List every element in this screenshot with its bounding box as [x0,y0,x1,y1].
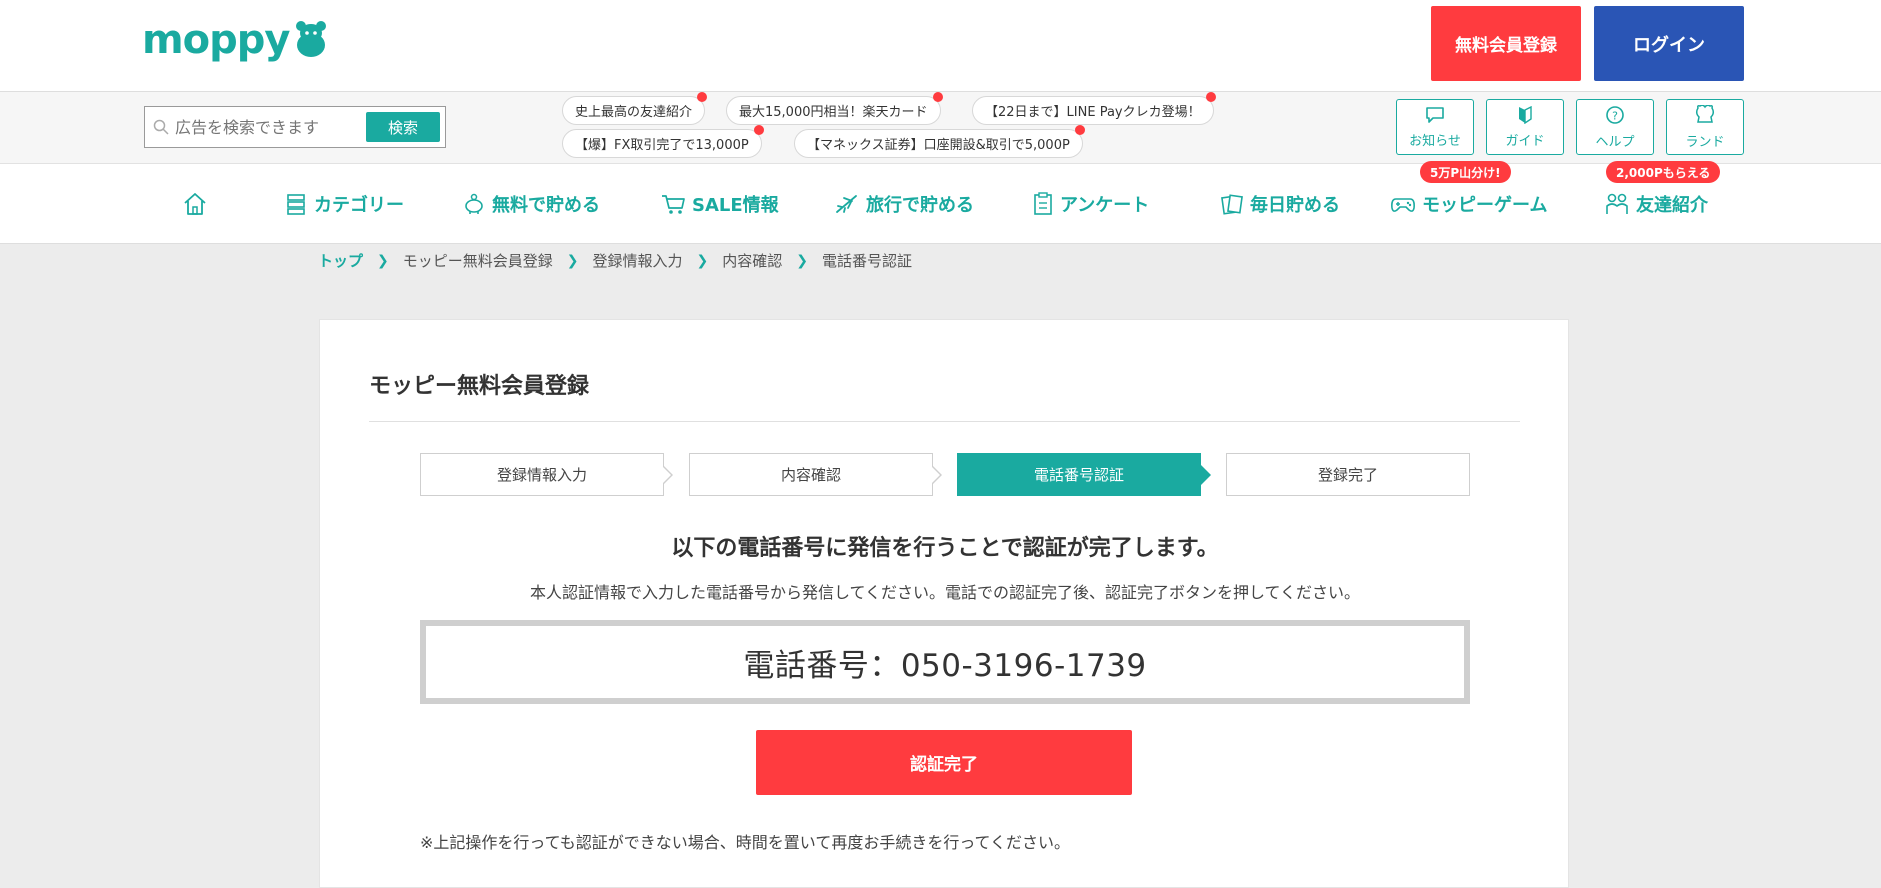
cart-icon [662,195,685,214]
new-dot [1074,125,1085,135]
step-label: 電話番号認証 [1033,466,1124,484]
clipboard-icon [1034,192,1052,215]
help-button[interactable]: ? ヘルプ [1576,99,1654,155]
step-label: 内容確認 [780,466,841,484]
breadcrumb-item: 登録情報入力 [592,252,683,270]
step-phone-auth: 電話番号認証 [957,453,1211,496]
friends-badge: 2,000Pもらえる [1606,161,1721,183]
nav-home[interactable] [182,188,214,220]
nav-label: SALE情報 [692,195,779,216]
breadcrumb-item: 内容確認 [722,252,783,270]
search-icon [153,119,169,135]
nav-travel[interactable]: 旅行で貯める [834,188,974,220]
step-confirm: 内容確認 [689,453,942,496]
nav-label: 旅行で貯める [866,195,974,216]
friends-icon [1606,193,1628,214]
auth-headline: 以下の電話番号に発信を行うことで認証が完了します。 [671,536,1219,561]
nav-free-earn[interactable]: 無料で貯める [462,188,600,220]
beginner-mark-icon [1519,105,1532,124]
nav-sale[interactable]: SALE情報 [660,188,779,220]
promo-label: 【マネックス証券】口座開設&取引で5,000P [807,138,1070,153]
nav-daily[interactable]: 毎日貯める [1220,188,1340,220]
search-bar-area: 検索 史上最高の友達紹介 最大15,000円相当！楽天カード 【22日まで】LI… [0,92,1881,164]
nav-label: アンケート [1060,195,1150,216]
help-icon: ? [1606,105,1624,124]
mascot-logo-icon [295,21,326,57]
auth-complete-button[interactable]: 認証完了 [756,730,1132,795]
promo-label: 【22日まで】LINE Payクレカ登場！ [985,105,1201,120]
login-button[interactable]: ログイン [1594,6,1744,81]
nav-game[interactable]: モッピーゲーム [1390,188,1547,220]
promo-chip[interactable]: 最大15,000円相当！楽天カード [726,92,943,125]
svg-text:?: ? [1612,109,1618,122]
game-badge: 5万P山分け! [1420,161,1511,183]
step-label: 登録完了 [1317,466,1378,484]
step-complete: 登録完了 [1226,453,1470,496]
register-button[interactable]: 無料会員登録 [1431,6,1581,81]
nav-label: モッピーゲーム [1422,195,1548,216]
logo-text: moppy [142,17,290,63]
new-dot [932,92,943,102]
news-button[interactable]: お知らせ [1396,99,1474,155]
nav-friends[interactable]: 友達紹介 [1604,188,1708,220]
chevron-right-icon: ❯ [377,252,389,269]
phone-number-text: 電話番号：050-3196-1739 [743,647,1147,684]
promo-label: 【爆】FX取引完了で13,000P [575,138,749,153]
site-header: moppy 無料会員登録 ログイン [0,0,1881,92]
main-nav: カテゴリー 無料で貯める SALE情報 旅行で貯める アンケート 毎日貯める モ… [0,161,1881,244]
piggy-bank-icon [465,193,483,214]
guide-label: ガイド [1505,133,1545,149]
nav-label: 毎日貯める [1250,195,1340,216]
nav-label: カテゴリー [314,195,404,216]
chevron-right-icon: ❯ [796,252,808,269]
promo-label: 最大15,000円相当！楽天カード [739,105,928,120]
new-dot [697,92,708,102]
auth-note: ※上記操作を行っても認証ができない場合、時間を置いて再度お手続きを行ってください… [420,833,1071,852]
moppy-logo[interactable]: moppy [142,20,328,60]
promo-chip[interactable]: 史上最高の友達紹介 [562,92,708,125]
mascot-icon [1695,104,1715,123]
chevron-right-icon: ❯ [566,252,579,269]
guide-button[interactable]: ガイド [1486,99,1564,155]
help-label: ヘルプ [1595,134,1635,150]
divider [369,421,1520,422]
nav-survey[interactable]: アンケート [1032,188,1149,220]
registration-card: モッピー無料会員登録 登録情報入力 内容確認 電話番号認証 登録完了 以下の電話… [319,319,1569,888]
land-button[interactable]: ランド [1666,99,1744,155]
phone-number-box: 電話番号：050-3196-1739 [420,620,1470,704]
airplane-icon [836,195,857,213]
promo-chip[interactable]: 【22日まで】LINE Payクレカ登場！ [972,92,1216,125]
gamepad-icon [1391,198,1415,212]
promo-label: 史上最高の友達紹介 [575,105,693,120]
search-input[interactable] [175,117,365,137]
chevron-right-icon: ❯ [696,252,709,269]
page-title: モッピー無料会員登録 [369,374,590,399]
breadcrumb-item: モッピー無料会員登録 [402,252,553,270]
step-input: 登録情報入力 [420,453,673,496]
home-icon [184,193,206,215]
news-label: お知らせ [1409,133,1461,149]
new-dot [753,125,764,135]
nav-label: 友達紹介 [1636,195,1708,216]
nav-category[interactable]: カテゴリー [284,188,404,220]
search-box: 検索 [144,106,446,148]
step-label: 登録情報入力 [496,466,587,484]
auth-description: 本人認証情報で入力した電話番号から発信してください。電話での認証完了後、認証完了… [529,583,1361,602]
promo-chip[interactable]: 【爆】FX取引完了で13,000P [562,125,764,158]
category-icon [287,194,305,215]
breadcrumb-current: 電話番号認証 [822,252,913,270]
breadcrumb-top[interactable]: トップ [318,250,363,271]
breadcrumb: トップ ❯ モッピー無料会員登録 ❯ 登録情報入力 ❯ 内容確認 ❯ 電話番号認… [318,250,912,271]
nav-label: 無料で貯める [492,195,600,216]
chat-bubble-icon [1426,106,1444,123]
land-label: ランド [1685,134,1725,150]
cards-icon [1221,194,1243,215]
new-dot [1205,92,1216,102]
search-button[interactable]: 検索 [366,112,440,142]
promo-chip[interactable]: 【マネックス証券】口座開設&取引で5,000P [794,125,1085,158]
